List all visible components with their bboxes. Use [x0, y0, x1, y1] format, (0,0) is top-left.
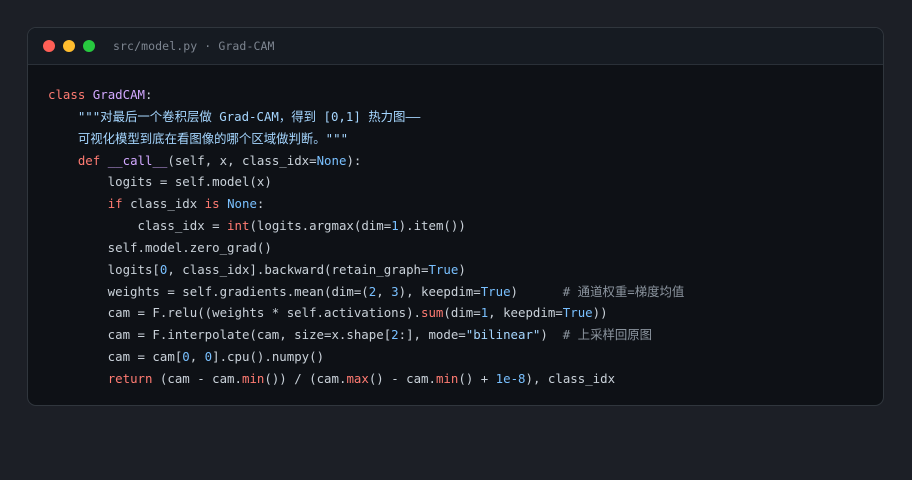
code-token: 3 — [391, 283, 399, 299]
code-token: class — [48, 87, 86, 102]
code-token: :], mode= — [398, 327, 466, 343]
code-token: """对最后一个卷积层做 Grad-CAM，得到 [0,1] 热力图—— — [77, 108, 421, 124]
code-token: if — [107, 196, 123, 212]
code-token: int — [227, 218, 250, 234]
code-line-5: logits = self.model(x) — [48, 171, 684, 193]
code-line-9: logits[0, class_idx].backward(retain_gra… — [48, 259, 684, 281]
code-token: return — [107, 370, 153, 386]
code-token: () - cam. — [368, 370, 436, 386]
code-token: ) — [510, 283, 563, 299]
code-token: (self, x, class_idx= — [167, 152, 317, 168]
code-token: cam = F.interpolate(cam, size=x.shape[ — [48, 327, 392, 343]
code-token: cam = cam[ — [48, 349, 183, 365]
code-token: min — [241, 370, 265, 386]
code-line-4: def __call__(self, x, class_idx=None): — [48, 150, 684, 172]
code-token: min — [435, 370, 459, 386]
minimize-window-button[interactable] — [63, 40, 75, 52]
code-window: src/model.py · Grad-CAM class GradCAM: "… — [27, 27, 884, 406]
code-token: def — [77, 152, 101, 168]
code-token: None — [227, 196, 257, 212]
code-token: ].cpu().numpy() — [212, 349, 325, 365]
code-line-3: 可视化模型到底在看图像的哪个区域做判断。""" — [48, 128, 684, 150]
code-token: ) — [458, 261, 466, 277]
code-token: True — [480, 283, 511, 299]
code-token: class_idx = — [48, 218, 228, 234]
code-line-8: self.model.zero_grad() — [48, 237, 684, 259]
code-token: ).item()) — [398, 218, 466, 234]
code-token: (logits.argmax(dim= — [249, 218, 392, 234]
code-token: ()) / (cam. — [264, 370, 347, 386]
code-token: # 上采样回原图 — [562, 327, 653, 343]
code-token: ), keepdim= — [398, 283, 481, 299]
window-title: src/model.py · Grad-CAM — [113, 39, 275, 53]
code-line-11: cam = F.relu((weights * self.activations… — [48, 302, 684, 324]
code-token: : — [256, 196, 265, 212]
code-token: GradCAM — [92, 87, 145, 102]
code-token: True — [428, 261, 459, 277]
code-token: 2 — [391, 327, 399, 343]
code-line-14: return (cam - cam.min()) / (cam.max() - … — [48, 368, 684, 390]
code-token: weights = self.gradients.mean(dim=( — [48, 283, 369, 299]
code-token: sum — [421, 305, 444, 321]
window-titlebar: src/model.py · Grad-CAM — [28, 28, 883, 65]
code-line-7: class_idx = int(logits.argmax(dim=1).ite… — [48, 215, 684, 237]
code-token: ) — [540, 327, 563, 343]
code-token: ): — [346, 152, 362, 168]
code-token: ), class_idx — [525, 370, 616, 386]
code-token: , keepdim= — [488, 305, 563, 321]
code-token: True — [562, 305, 593, 321]
code-token: is — [204, 196, 220, 212]
code-token: __call__ — [107, 152, 168, 168]
code-token: : — [145, 87, 153, 102]
code-line-13: cam = cam[0, 0].cpu().numpy() — [48, 346, 684, 368]
code-token: , — [376, 283, 392, 299]
code-line-6: if class_idx is None: — [48, 193, 684, 215]
code-token: cam = F.relu((weights * self.activations… — [48, 305, 421, 321]
code-token: # 通道权重=梯度均值 — [562, 283, 685, 299]
code-line-12: cam = F.interpolate(cam, size=x.shape[2:… — [48, 324, 684, 346]
code-token: 可视化模型到底在看图像的哪个区域做判断。""" — [77, 130, 349, 146]
code-token: () + — [458, 370, 496, 386]
code-token: max — [346, 370, 369, 386]
code-token: , — [189, 349, 205, 365]
code-token: self.model.zero_grad() — [48, 239, 272, 255]
code-token: logits[ — [48, 261, 160, 277]
code-token: class_idx — [122, 196, 205, 212]
code-token: "bilinear" — [465, 327, 541, 343]
code-block[interactable]: class GradCAM: """对最后一个卷积层做 Grad-CAM，得到 … — [48, 84, 684, 390]
code-token: (dim= — [443, 305, 481, 321]
close-window-button[interactable] — [43, 40, 55, 52]
code-line-2: """对最后一个卷积层做 Grad-CAM，得到 [0,1] 热力图—— — [48, 106, 684, 128]
code-line-1: class GradCAM: — [48, 84, 684, 106]
code-token: , class_idx].backward(retain_graph= — [167, 261, 429, 277]
code-token: 1e-8 — [495, 370, 526, 386]
code-token: 1 — [391, 218, 399, 234]
maximize-window-button[interactable] — [83, 40, 95, 52]
code-token: None — [316, 152, 347, 168]
code-token: logits = self.model(x) — [48, 174, 272, 190]
code-token: 0 — [182, 349, 190, 365]
code-token: (cam - cam. — [152, 370, 242, 386]
code-line-10: weights = self.gradients.mean(dim=(2, 3)… — [48, 281, 685, 303]
code-token: )) — [592, 305, 608, 321]
